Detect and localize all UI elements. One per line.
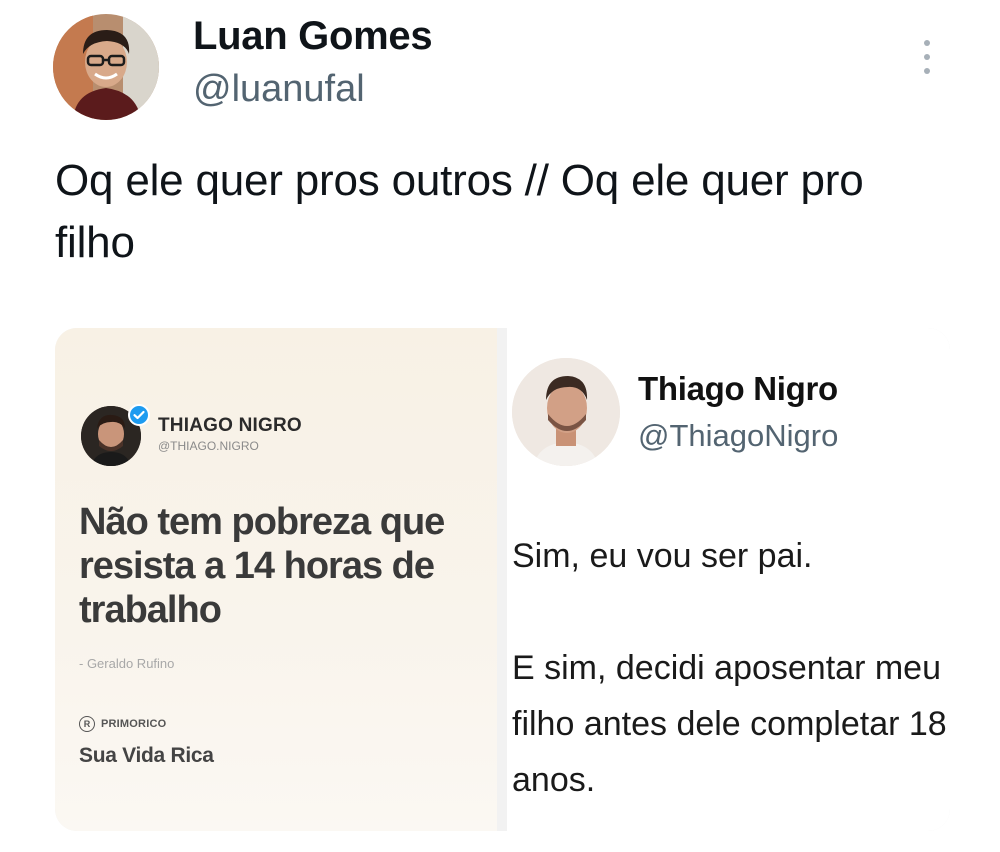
author-handle[interactable]: @luanufal [193, 68, 365, 111]
quote-card-quote: Não tem pobreza que resista a 14 horas d… [79, 501, 445, 631]
quote-card-author: - Geraldo Rufino [79, 656, 175, 671]
embedded-tweet-handle: @ThiagoNigro [638, 418, 839, 453]
quote-card-handle: @THIAGO.NIGRO [158, 439, 259, 453]
author-avatar[interactable] [53, 14, 159, 120]
verified-badge-icon [128, 404, 150, 426]
author-name[interactable]: Luan Gomes [193, 14, 433, 59]
more-vertical-icon[interactable] [912, 34, 942, 80]
media-image-right[interactable]: Thiago Nigro @ThiagoNigro Sim, eu vou se… [507, 328, 950, 831]
media-image-left[interactable]: THIAGO NIGRO @THIAGO.NIGRO Não tem pobre… [55, 328, 497, 831]
embedded-tweet-text-2: E sim, decidi aposentar meu filho antes … [512, 649, 947, 799]
tweet-text: Oq ele quer pros outros // Oq ele quer p… [55, 156, 864, 267]
embedded-tweet-avatar [512, 358, 620, 466]
tweet-media[interactable]: THIAGO NIGRO @THIAGO.NIGRO Não tem pobre… [55, 328, 950, 831]
embedded-tweet-text-1: Sim, eu vou ser pai. [512, 537, 813, 575]
brand-logo-icon: R [79, 716, 95, 732]
media-divider [497, 328, 507, 831]
brand-name: PRIMORICO [101, 718, 167, 730]
quote-card-name: THIAGO NIGRO [158, 415, 302, 436]
quote-card-brand: R PRIMORICO [79, 716, 166, 732]
brand-tagline: Sua Vida Rica [79, 744, 214, 767]
embedded-tweet-name: Thiago Nigro [638, 370, 838, 407]
tweet: Luan Gomes @luanufal Oq ele quer pros ou… [0, 0, 1000, 852]
